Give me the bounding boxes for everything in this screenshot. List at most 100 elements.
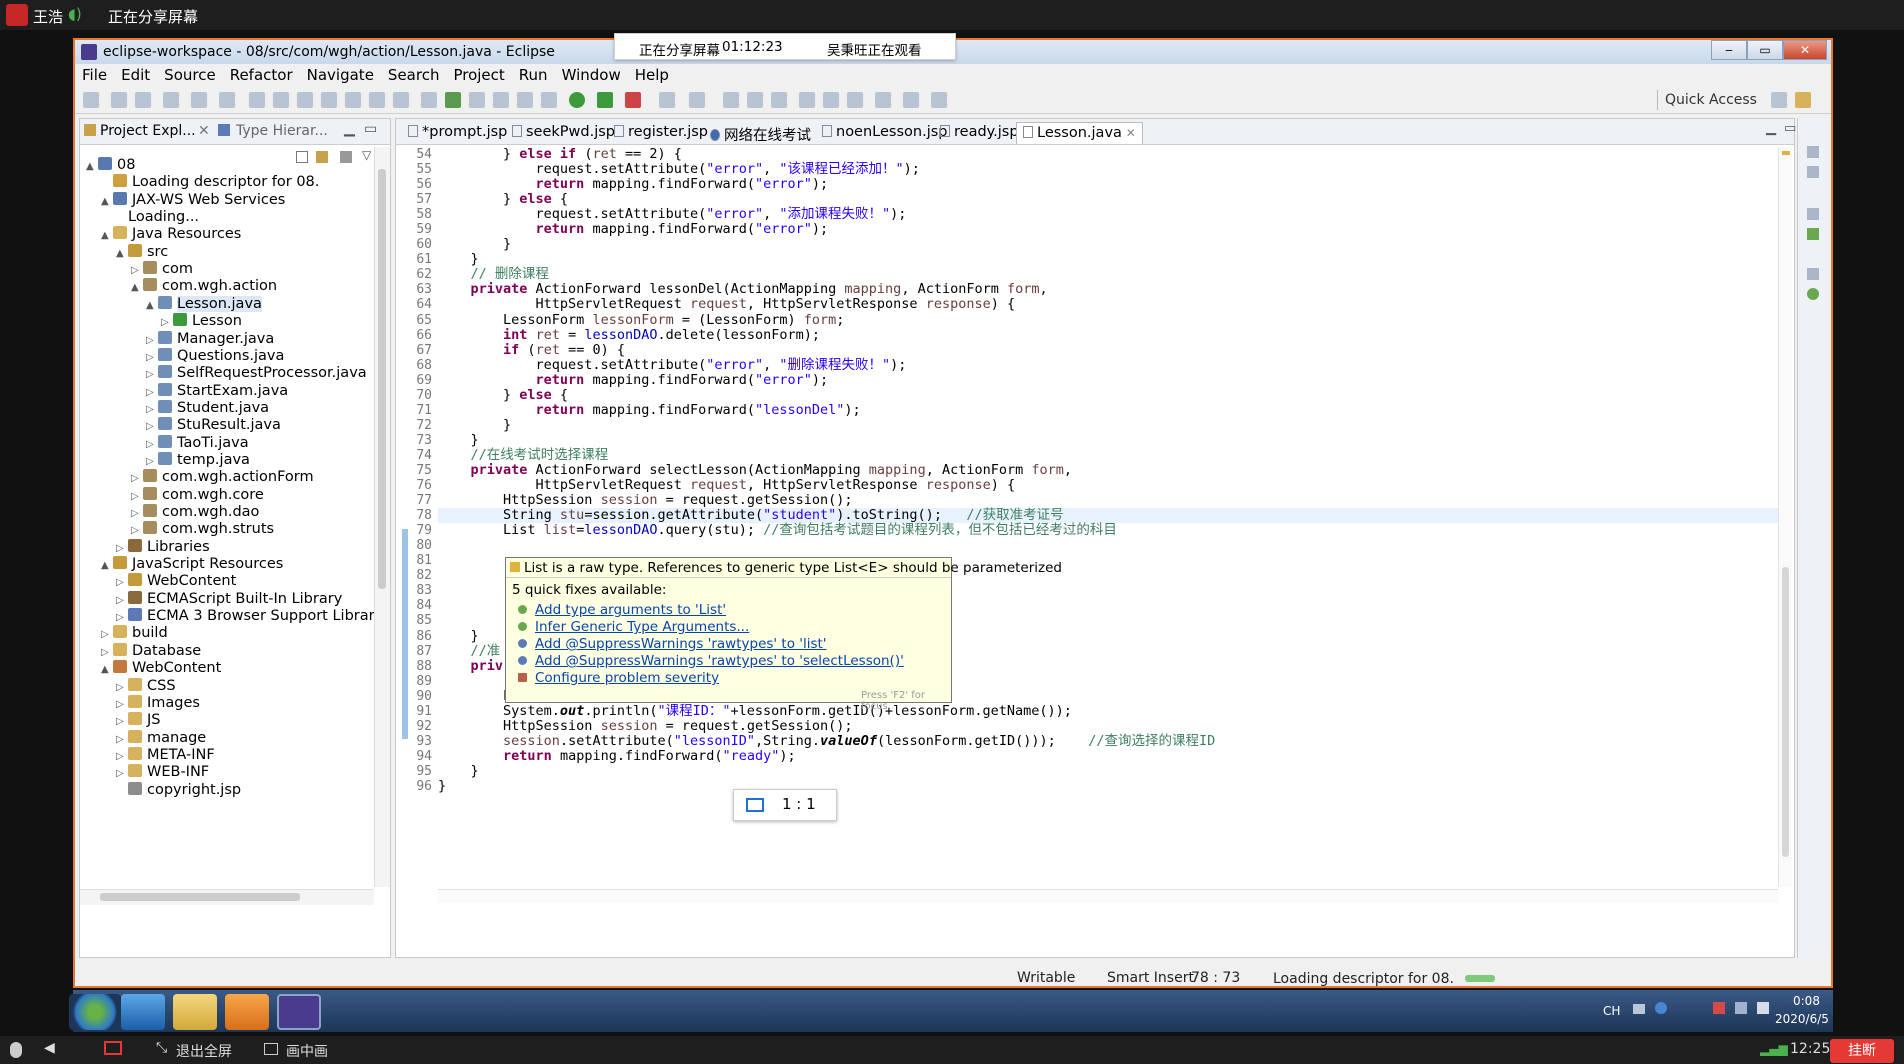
quick-fix-item[interactable]: Infer Generic Type Arguments...	[518, 619, 749, 635]
quick-fix-label[interactable]: Add @SuppressWarnings 'rawtypes' to 'sel…	[535, 653, 904, 669]
collapse-arrow-icon[interactable]: ▲	[101, 664, 113, 675]
expand-arrow-icon[interactable]: ▷	[161, 317, 173, 328]
open-type-icon[interactable]	[723, 92, 739, 108]
tab-type-hierarchy[interactable]: Type Hierar...	[236, 123, 328, 139]
editor-tab[interactable]: noenLesson.jsp	[816, 122, 953, 144]
expand-arrow-icon[interactable]: ▷	[116, 595, 128, 606]
menu-run[interactable]: Run	[512, 64, 555, 86]
expand-arrow-icon[interactable]: ▷	[146, 352, 158, 363]
tab-project-explorer[interactable]: Project Expl...	[100, 123, 196, 139]
console-icon[interactable]	[1807, 268, 1819, 280]
close-tab-icon[interactable]: ✕	[198, 123, 210, 139]
pip-icon[interactable]	[264, 1043, 278, 1055]
editor-scrollbar[interactable]	[1778, 147, 1792, 887]
save-icon[interactable]	[111, 92, 127, 108]
collapse-arrow-icon[interactable]: ▲	[101, 230, 113, 241]
server-icon[interactable]	[191, 92, 207, 108]
editor-minimize-icon[interactable]: ▁	[1766, 121, 1776, 136]
file-explorer-icon[interactable]	[173, 994, 217, 1030]
terminate-icon[interactable]	[297, 92, 313, 108]
resume-icon[interactable]	[249, 92, 265, 108]
expand-arrow-icon[interactable]: ▷	[101, 647, 113, 658]
debug-config-icon[interactable]	[541, 92, 557, 108]
next-annotation-icon[interactable]	[847, 92, 863, 108]
language-indicator[interactable]: CH	[1603, 1004, 1620, 1018]
fullscreen-exit-icon[interactable]: ⤡	[156, 1040, 167, 1056]
expand-arrow-icon[interactable]: ▷	[131, 508, 143, 519]
minimize-view-icon[interactable]: ▁	[344, 121, 355, 137]
open-perspective-icon[interactable]	[1771, 92, 1787, 108]
camera-off-icon[interactable]	[104, 1041, 122, 1055]
search-icon[interactable]	[771, 92, 787, 108]
whitespace-icon[interactable]	[469, 92, 485, 108]
expand-arrow-icon[interactable]: ▷	[146, 456, 158, 467]
menu-refactor[interactable]: Refactor	[223, 64, 300, 86]
expand-arrow-icon[interactable]: ▷	[116, 751, 128, 762]
expand-arrow-icon[interactable]: ▷	[116, 612, 128, 623]
collapse-arrow-icon[interactable]: ▲	[101, 196, 113, 207]
internet-explorer-icon[interactable]	[121, 994, 165, 1030]
quick-fix-item[interactable]: Add type arguments to 'List'	[518, 602, 726, 618]
editor-tab[interactable]: *prompt.jsp	[402, 122, 513, 144]
progress-bar[interactable]	[1465, 975, 1495, 982]
editor-scroll-thumb[interactable]	[1782, 567, 1789, 857]
maximize-button[interactable]: ▭	[1747, 40, 1783, 60]
menu-edit[interactable]: Edit	[114, 64, 157, 86]
expand-arrow-icon[interactable]: ▷	[116, 543, 128, 554]
expand-arrow-icon[interactable]: ▷	[101, 629, 113, 640]
new-icon[interactable]	[83, 92, 99, 108]
servers-icon[interactable]	[1807, 228, 1819, 240]
expand-arrow-icon[interactable]: ▷	[131, 491, 143, 502]
minimize-button[interactable]: ‒	[1711, 40, 1747, 60]
build-icon[interactable]	[517, 92, 533, 108]
skip-breakpoints-icon[interactable]	[219, 92, 235, 108]
volume-icon[interactable]	[1757, 1002, 1769, 1014]
new-server-icon[interactable]	[659, 92, 675, 108]
expand-arrow-icon[interactable]: ▷	[116, 768, 128, 779]
network-icon[interactable]	[1735, 1002, 1747, 1014]
run-coverage-icon[interactable]	[597, 92, 613, 108]
editor-hscrollbar[interactable]	[438, 889, 1778, 903]
explorer-hscrollbar[interactable]	[80, 889, 374, 905]
globe-icon[interactable]	[799, 92, 815, 108]
explorer-scroll-thumb[interactable]	[378, 169, 386, 589]
menu-source[interactable]: Source	[157, 64, 223, 86]
warning-marker[interactable]	[1782, 151, 1790, 155]
close-button[interactable]: ✕	[1783, 40, 1827, 60]
tree-item[interactable]: copyright.jsp	[116, 781, 241, 802]
expand-arrow-icon[interactable]: ▷	[131, 525, 143, 536]
editor-maximize-icon[interactable]: ▭	[1784, 121, 1796, 136]
editor-tab[interactable]: register.jsp	[608, 122, 714, 144]
collapse-arrow-icon[interactable]: ▲	[101, 560, 113, 571]
expand-arrow-icon[interactable]: ▷	[116, 682, 128, 693]
expand-arrow-icon[interactable]: ▷	[131, 473, 143, 484]
editor-tab[interactable]: seekPwd.jsp	[506, 122, 621, 144]
start-button-icon[interactable]	[69, 994, 121, 1030]
expand-arrow-icon[interactable]: ▷	[116, 716, 128, 727]
task-list-icon[interactable]	[1807, 166, 1819, 178]
pin-icon[interactable]	[823, 92, 839, 108]
ant-icon[interactable]	[493, 92, 509, 108]
step-into-icon[interactable]	[345, 92, 361, 108]
pip-button[interactable]: 画中画	[286, 1041, 328, 1061]
editor-tab[interactable]: 网络在线考试	[704, 122, 817, 144]
expand-arrow-icon[interactable]: ▷	[116, 577, 128, 588]
prev-annotation-icon[interactable]	[875, 92, 891, 108]
expand-arrow-icon[interactable]: ▷	[146, 335, 158, 346]
external-tools-icon[interactable]	[625, 92, 641, 108]
keyboard-icon[interactable]	[1633, 1004, 1645, 1014]
debug-icon[interactable]	[163, 92, 179, 108]
quick-access-field[interactable]: Quick Access	[1665, 90, 1765, 112]
collapse-arrow-icon[interactable]: ▲	[86, 161, 98, 172]
menu-file[interactable]: File	[75, 64, 114, 86]
media-player-icon[interactable]	[225, 994, 269, 1030]
explorer-hscroll-thumb[interactable]	[100, 893, 300, 901]
expand-arrow-icon[interactable]: ▷	[116, 699, 128, 710]
expand-arrow-icon[interactable]: ▷	[146, 439, 158, 450]
suspend-icon[interactable]	[273, 92, 289, 108]
hang-up-button[interactable]: 挂断	[1830, 1039, 1894, 1063]
disconnect-icon[interactable]	[321, 92, 337, 108]
speaker-icon[interactable]: ◀	[44, 1040, 55, 1056]
expand-arrow-icon[interactable]: ▷	[131, 265, 143, 276]
close-tab-icon[interactable]: ✕	[1122, 126, 1136, 140]
